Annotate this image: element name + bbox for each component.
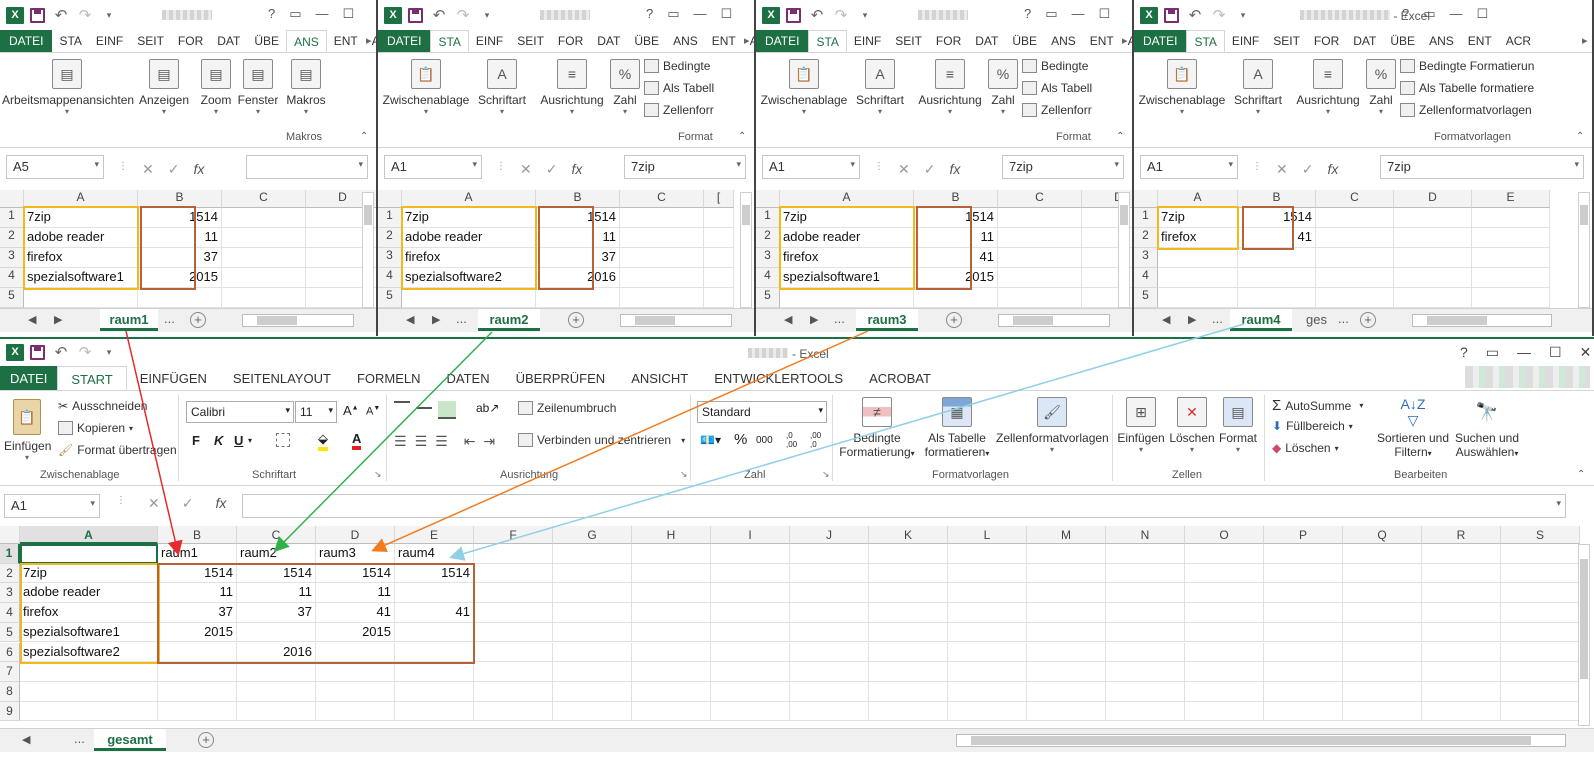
arrow-raum2 — [273, 331, 493, 553]
arrow-raum1 — [125, 330, 183, 556]
arrows-overlay — [125, 323, 1245, 561]
arrow-raum3 — [371, 330, 869, 552]
arrow-raum4 — [449, 323, 1245, 561]
